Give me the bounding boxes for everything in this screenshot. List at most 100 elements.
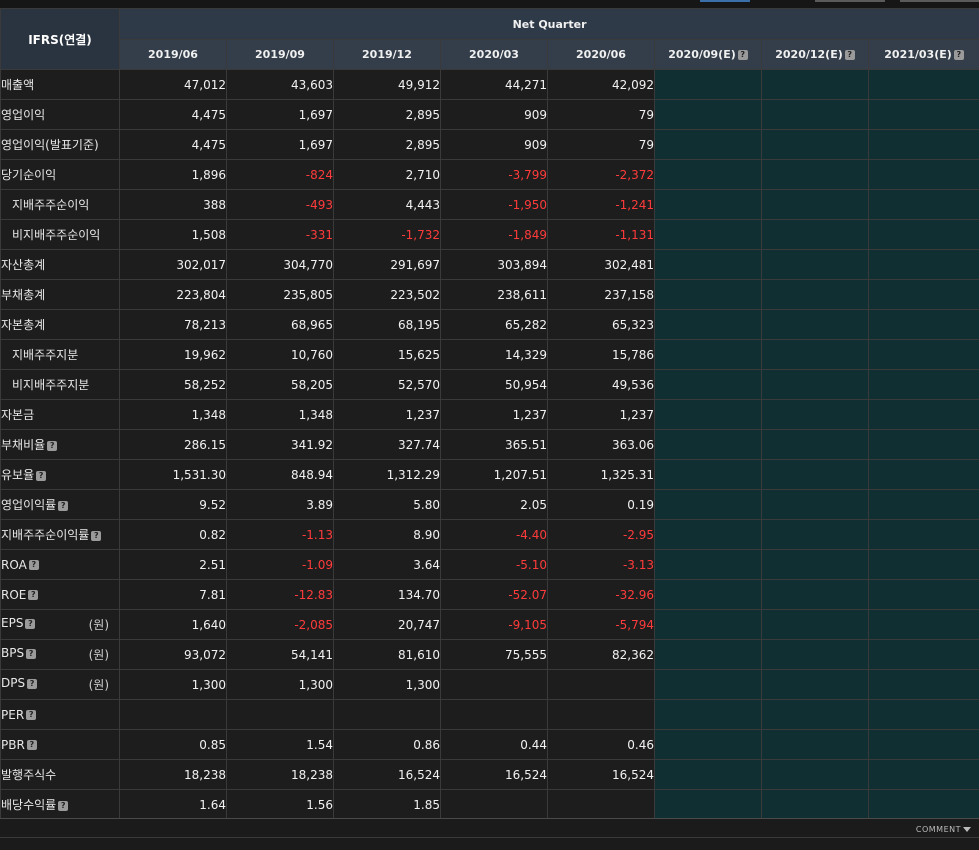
help-icon[interactable]: ? [27, 679, 37, 689]
top-tab-indicator [700, 0, 750, 2]
value-cell: 10,760 [227, 340, 334, 370]
value-cell: 235,805 [227, 280, 334, 310]
estimate-cell [762, 340, 869, 370]
period-label: 2019/06 [148, 48, 198, 61]
estimate-cell [762, 190, 869, 220]
estimate-cell [655, 730, 762, 760]
help-icon[interactable]: ? [29, 560, 39, 570]
value-cell: -331 [227, 220, 334, 250]
estimate-cell [655, 280, 762, 310]
estimate-cell [869, 550, 979, 580]
period-label: 2019/09 [255, 48, 305, 61]
footer-bar: COMMENT [0, 818, 979, 850]
value-cell: -32.96 [548, 580, 655, 610]
help-icon[interactable]: ? [91, 531, 101, 541]
period-header: 2020/09(E)? [655, 40, 762, 70]
value-cell [548, 790, 655, 820]
row-label: 비지배주주순이익 [12, 228, 100, 242]
value-cell: 2.51 [120, 550, 227, 580]
estimate-cell [655, 520, 762, 550]
table-row: ROE?7.81-12.83134.70-52.07-32.96 [1, 580, 979, 610]
estimate-cell [869, 610, 979, 640]
value-cell: 2,895 [334, 100, 441, 130]
value-cell: 302,481 [548, 250, 655, 280]
row-label: 비지배주주지분 [12, 378, 89, 392]
period-label: 2020/09(E) [668, 48, 736, 61]
table-row: 비지배주주순이익1,508-331-1,732-1,849-1,131 [1, 220, 979, 250]
row-label: PBR [1, 738, 25, 752]
row-label: 지배주주순이익 [12, 198, 89, 212]
row-label: EPS [1, 616, 23, 630]
comment-toggle[interactable]: COMMENT [916, 825, 971, 834]
value-cell: 327.74 [334, 430, 441, 460]
value-cell: 65,282 [441, 310, 548, 340]
table-row: ROA?2.51-1.093.64-5.10-3.13 [1, 550, 979, 580]
footer-divider [0, 837, 979, 838]
value-cell: 341.92 [227, 430, 334, 460]
help-icon[interactable]: ? [36, 471, 46, 481]
estimate-cell [762, 640, 869, 670]
help-icon[interactable]: ? [25, 619, 35, 629]
value-cell: 44,271 [441, 70, 548, 100]
top-strip [0, 0, 979, 8]
value-cell: -1.13 [227, 520, 334, 550]
value-cell: 1,697 [227, 130, 334, 160]
period-header: 2020/06 [548, 40, 655, 70]
help-icon[interactable]: ? [58, 801, 68, 811]
value-cell: 68,195 [334, 310, 441, 340]
value-cell: 1,237 [441, 400, 548, 430]
period-label: 2020/06 [576, 48, 626, 61]
value-cell: 14,329 [441, 340, 548, 370]
row-label-cell: PER? [1, 700, 120, 730]
help-icon[interactable]: ? [845, 50, 855, 60]
table-row: 당기순이익1,896-8242,710-3,799-2,372 [1, 160, 979, 190]
period-header: 2019/12 [334, 40, 441, 70]
period-header: 2020/03 [441, 40, 548, 70]
row-label: 영업이익 [1, 108, 45, 122]
value-cell: 82,362 [548, 640, 655, 670]
estimate-cell [762, 730, 869, 760]
row-label-cell: 자산총계 [1, 250, 120, 280]
unit-label: (원) [89, 676, 109, 693]
help-icon[interactable]: ? [27, 740, 37, 750]
estimate-cell [655, 460, 762, 490]
value-cell: 1,348 [120, 400, 227, 430]
help-icon[interactable]: ? [28, 590, 38, 600]
help-icon[interactable]: ? [26, 710, 36, 720]
value-cell: 1,325.31 [548, 460, 655, 490]
estimate-cell [762, 580, 869, 610]
value-cell: 0.86 [334, 730, 441, 760]
row-label-cell: PBR? [1, 730, 120, 760]
row-label-cell: 부채비율? [1, 430, 120, 460]
estimate-cell [655, 310, 762, 340]
estimate-cell [869, 220, 979, 250]
value-cell: 15,786 [548, 340, 655, 370]
estimate-cell [869, 790, 979, 820]
help-icon[interactable]: ? [47, 441, 57, 451]
value-cell: -3.13 [548, 550, 655, 580]
estimate-cell [762, 550, 869, 580]
estimate-cell [869, 160, 979, 190]
value-cell: -12.83 [227, 580, 334, 610]
help-icon[interactable]: ? [58, 501, 68, 511]
value-cell: -4.40 [441, 520, 548, 550]
value-cell: 134.70 [334, 580, 441, 610]
table-row: 발행주식수18,23818,23816,52416,52416,524 [1, 760, 979, 790]
value-cell: 42,092 [548, 70, 655, 100]
value-cell: 1,508 [120, 220, 227, 250]
estimate-cell [762, 490, 869, 520]
value-cell: 15,625 [334, 340, 441, 370]
value-cell: 1.56 [227, 790, 334, 820]
help-icon[interactable]: ? [26, 649, 36, 659]
value-cell: 223,804 [120, 280, 227, 310]
top-tab-indicator [815, 0, 885, 2]
estimate-cell [869, 730, 979, 760]
value-cell: 8.90 [334, 520, 441, 550]
table-row: 영업이익률?9.523.895.802.050.19 [1, 490, 979, 520]
help-icon[interactable]: ? [738, 50, 748, 60]
estimate-cell [655, 160, 762, 190]
help-icon[interactable]: ? [954, 50, 964, 60]
row-label: 발행주식수 [1, 768, 56, 782]
value-cell: 302,017 [120, 250, 227, 280]
table-row: 부채총계223,804235,805223,502238,611237,158 [1, 280, 979, 310]
